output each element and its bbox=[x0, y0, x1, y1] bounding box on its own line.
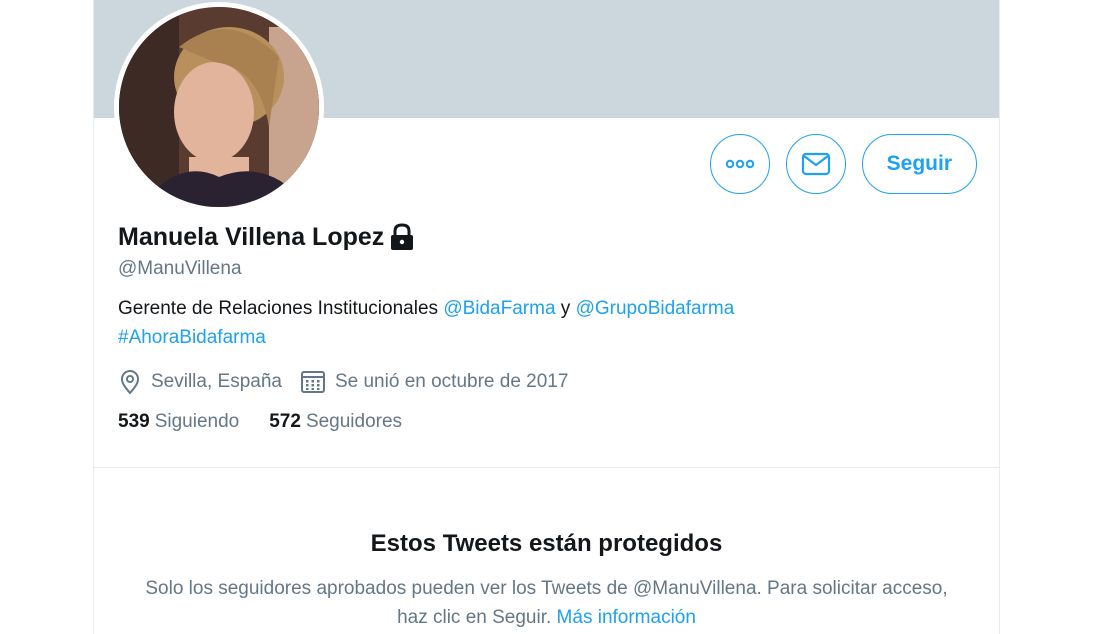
more-button[interactable] bbox=[709, 134, 770, 194]
bio-text: Gerente de Relaciones Institucionales bbox=[118, 298, 444, 319]
location: Sevilla, España bbox=[118, 369, 282, 395]
mention-link-bidafarma[interactable]: @BidaFarma bbox=[443, 298, 555, 319]
following-label: Siguiendo bbox=[154, 411, 240, 432]
protected-title: Estos Tweets están protegidos bbox=[370, 530, 723, 557]
location-pin-icon bbox=[120, 370, 140, 395]
follow-counts: 539 Siguiendo 572 Seguidores bbox=[118, 411, 978, 433]
followers-link[interactable]: 572 Seguidores bbox=[269, 411, 402, 433]
hashtag-link[interactable]: #AhoraBidafarma bbox=[118, 327, 266, 348]
followers-label: Seguidores bbox=[305, 411, 403, 432]
following-link[interactable]: 539 Siguiendo bbox=[118, 411, 239, 433]
message-button[interactable] bbox=[785, 134, 846, 194]
bio-connector: y bbox=[555, 298, 576, 319]
more-icon bbox=[725, 159, 754, 169]
profile-info: Manuela Villena Lopez @ManuVillena Geren… bbox=[118, 220, 978, 433]
profile-meta: Sevilla, España Se unió en octubre de 20… bbox=[118, 367, 978, 397]
followers-count: 572 bbox=[269, 411, 301, 432]
lock-icon bbox=[391, 223, 414, 250]
profile-handle: @ManuVillena bbox=[118, 258, 242, 279]
envelope-icon bbox=[801, 152, 830, 176]
follow-button[interactable]: Seguir bbox=[861, 134, 977, 194]
more-info-link[interactable]: Más información bbox=[557, 607, 696, 628]
location-text: Sevilla, España bbox=[151, 371, 282, 392]
following-count: 539 bbox=[118, 411, 150, 432]
profile-bio: Gerente de Relaciones Institucionales @B… bbox=[118, 294, 978, 352]
avatar[interactable] bbox=[114, 2, 324, 212]
mention-link-grupobidafarma[interactable]: @GrupoBidafarma bbox=[576, 298, 735, 319]
calendar-icon bbox=[300, 371, 325, 393]
section-divider bbox=[94, 467, 999, 468]
profile-name: Manuela Villena Lopez bbox=[118, 222, 385, 251]
protected-notice: Estos Tweets están protegidos Solo los s… bbox=[94, 530, 999, 632]
protected-description: Solo los seguidores aprobados pueden ver… bbox=[145, 578, 948, 628]
join-date-text: Se unió en octubre de 2017 bbox=[334, 371, 569, 392]
join-date: Se unió en octubre de 2017 bbox=[300, 369, 568, 395]
protected-text: Solo los seguidores aprobados pueden ver… bbox=[94, 574, 999, 632]
avatar-image bbox=[119, 7, 319, 207]
profile-actions: Seguir bbox=[709, 134, 977, 194]
profile-column: Seguir Manuela Villena Lopez @ManuVillen… bbox=[93, 0, 1000, 634]
name-row: Manuela Villena Lopez bbox=[118, 220, 978, 254]
